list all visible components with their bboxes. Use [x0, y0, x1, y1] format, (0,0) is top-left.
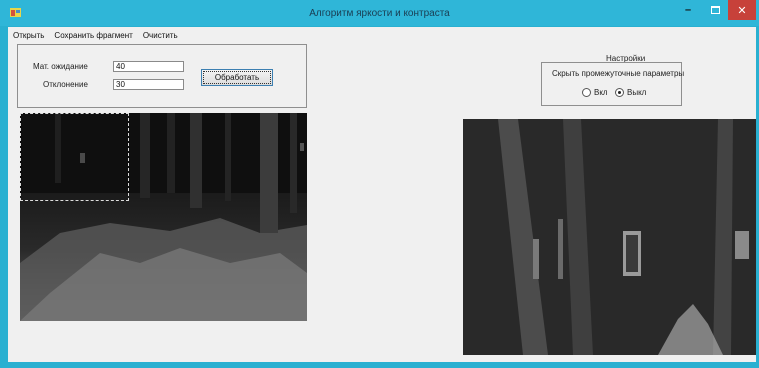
process-button[interactable]: Обработать: [201, 69, 273, 86]
menu-open[interactable]: Открыть: [8, 31, 49, 40]
main-client-area: Открыть Сохранить фрагмент Очистить Мат.…: [8, 27, 756, 362]
menu-bar: Открыть Сохранить фрагмент Очистить: [8, 27, 756, 43]
radio-off-circle[interactable]: [615, 88, 624, 97]
deviation-input[interactable]: 30: [113, 79, 184, 90]
enhanced-fragment-drawing: [463, 119, 756, 355]
hide-params-label: Скрыть промежуточные параметры: [552, 69, 685, 78]
deviation-label: Отклонение: [43, 80, 88, 89]
radio-on-label: Вкл: [594, 88, 608, 97]
mean-input[interactable]: 40: [113, 61, 184, 72]
menu-clear[interactable]: Очистить: [138, 31, 183, 40]
maximize-icon[interactable]: [703, 0, 727, 20]
radio-off-label: Выкл: [627, 88, 647, 97]
fragment-selection[interactable]: [20, 113, 129, 201]
title-bar[interactable]: Алгоритм яркости и контраста – ✕: [0, 0, 759, 26]
enhanced-forest-fragment: [463, 119, 756, 355]
close-icon[interactable]: ✕: [728, 0, 756, 20]
radio-on[interactable]: Вкл: [582, 88, 608, 97]
app-window: Алгоритм яркости и контраста – ✕ Открыть…: [0, 0, 759, 368]
menu-save-fragment[interactable]: Сохранить фрагмент: [49, 31, 137, 40]
radio-on-circle[interactable]: [582, 88, 591, 97]
minimize-icon[interactable]: –: [675, 0, 701, 20]
settings-group: Скрыть промежуточные параметры Вкл Выкл: [541, 62, 685, 106]
night-forest-photo[interactable]: [20, 113, 307, 321]
parameters-group: Мат. ожидание 40 Отклонение 30 Обработат…: [17, 44, 307, 108]
radio-off[interactable]: Выкл: [615, 88, 646, 97]
window-title: Алгоритм яркости и контраста: [309, 8, 450, 19]
mean-label: Мат. ожидание: [33, 62, 88, 71]
